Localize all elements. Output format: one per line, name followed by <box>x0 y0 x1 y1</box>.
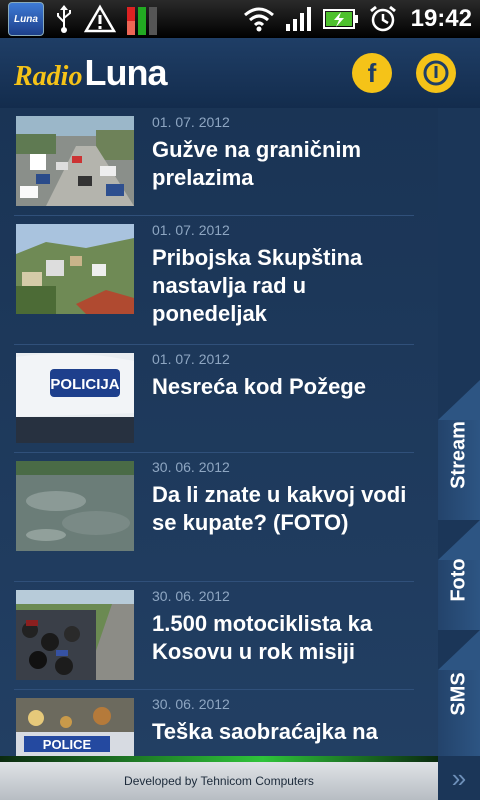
tab-stream-label: Stream <box>447 421 470 489</box>
news-date: 01. 07. 2012 <box>152 114 230 130</box>
news-date: 30. 06. 2012 <box>152 696 230 712</box>
battery-charging-icon <box>322 9 358 29</box>
signal-meter-icon <box>127 7 157 35</box>
alarm-clock-icon <box>369 5 396 32</box>
news-date: 30. 06. 2012 <box>152 588 230 604</box>
news-item[interactable]: POLICE 30. 06. 2012 Teška saobraćajka na <box>14 690 414 756</box>
news-title: Gužve na graničnim prelazima <box>152 137 362 190</box>
news-thumbnail-police-lights: POLICE <box>16 698 134 756</box>
radio-luna-logo: Radio Luna <box>14 52 167 93</box>
police-sign-text: POLICIJA <box>50 376 119 393</box>
news-thumbnail-water <box>16 461 134 551</box>
news-thumbnail-motorcycles <box>16 590 134 680</box>
news-item[interactable]: 30. 06. 2012 Da li znate u kakvoj vodi s… <box>14 453 414 582</box>
news-item[interactable]: POLICIJA 01. 07. 2012 Nesreća kod Požege <box>14 345 414 453</box>
wifi-icon <box>243 7 274 32</box>
expand-arrows-button[interactable]: » <box>438 756 480 800</box>
news-date: 30. 06. 2012 <box>152 459 230 475</box>
news-title: Pribojska Skupština nastavlja rad u pone… <box>152 245 363 326</box>
facebook-icon: f <box>367 57 377 88</box>
power-button[interactable] <box>416 53 456 93</box>
news-item[interactable]: 01. 07. 2012 Pribojska Skupština nastavl… <box>14 216 414 345</box>
news-title: Nesreća kod Požege <box>152 374 366 399</box>
usb-icon <box>57 5 71 33</box>
tab-sms-label: SMS <box>447 672 470 716</box>
news-title: 1.500 motociklista ka Kosovu u rok misij… <box>152 611 373 664</box>
clock: 19:42 <box>410 5 472 32</box>
police-sign-text: POLICE <box>43 737 92 752</box>
tab-foto[interactable]: Foto <box>438 520 480 639</box>
news-list: 01. 07. 2012 Gužve na graničnim prelazim… <box>0 108 438 756</box>
news-thumbnail-traffic <box>16 116 134 206</box>
tab-stream[interactable]: Stream <box>438 380 480 529</box>
status-notifications: Luna <box>8 2 160 36</box>
status-system-icons: 19:42 <box>243 0 472 38</box>
news-thumbnail-police-car: POLICIJA <box>16 353 134 443</box>
news-title: Da li znate u kakvoj vodi se kupate? (FO… <box>152 482 407 535</box>
status-bar: Luna 19:42 <box>0 0 480 38</box>
news-date: 01. 07. 2012 <box>152 222 230 238</box>
news-title: Teška saobraćajka na <box>152 719 378 744</box>
news-date: 01. 07. 2012 <box>152 351 230 367</box>
facebook-button[interactable]: f <box>352 53 392 93</box>
side-tab-bar: Stream Foto SMS <box>438 108 480 757</box>
app-header: Radio Luna f <box>0 38 480 110</box>
tab-sms[interactable]: SMS <box>438 630 480 757</box>
radio-luna-notification-icon: Luna <box>8 2 44 36</box>
news-thumbnail-town <box>16 224 134 314</box>
news-item[interactable]: 30. 06. 2012 1.500 motociklista ka Kosov… <box>14 582 414 690</box>
power-icon <box>423 60 449 86</box>
tab-foto-label: Foto <box>447 558 470 602</box>
logo-luna-text: Luna <box>84 52 167 93</box>
logo-radio-text: Radio <box>14 61 83 92</box>
warning-icon <box>84 4 116 33</box>
cell-signal-icon <box>285 7 311 31</box>
footer-credit: Developed by Tehnicom Computers <box>0 762 438 800</box>
news-item[interactable]: 01. 07. 2012 Gužve na graničnim prelazim… <box>14 108 414 216</box>
